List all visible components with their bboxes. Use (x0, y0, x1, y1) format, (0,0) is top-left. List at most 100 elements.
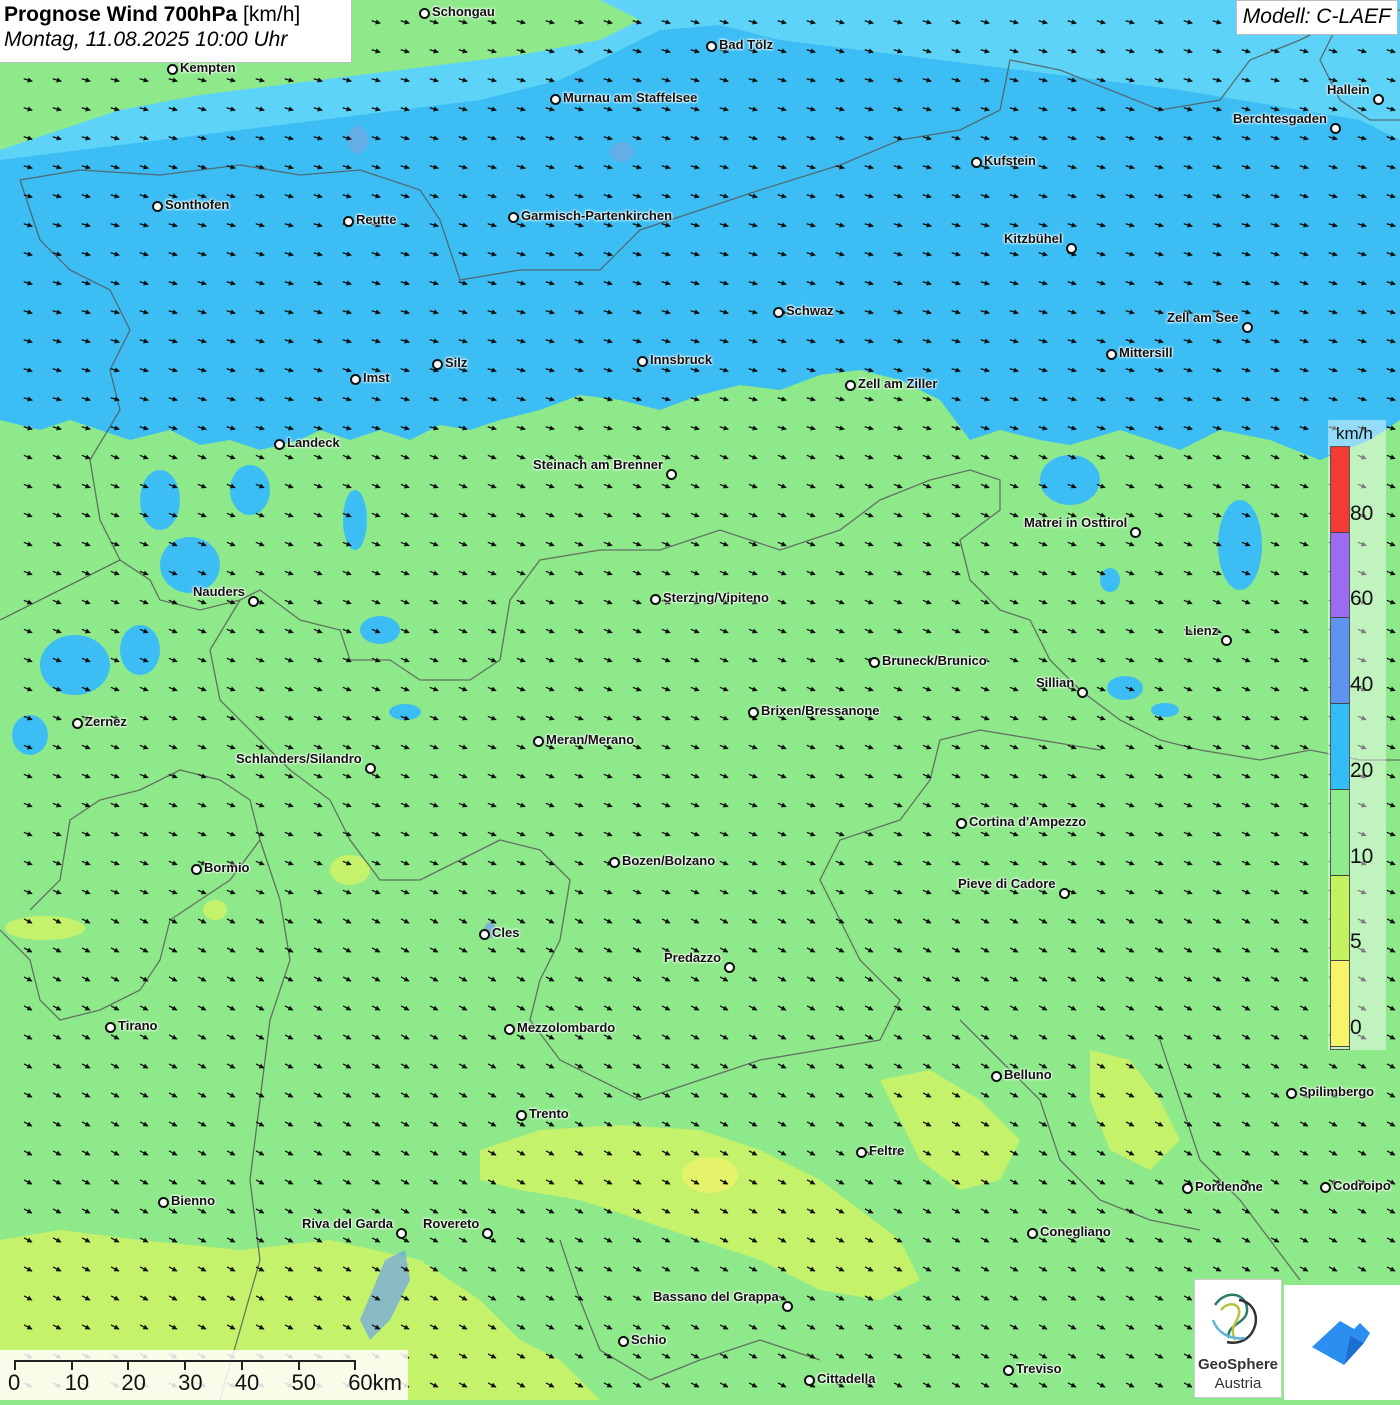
city-label: Lienz (1185, 623, 1219, 638)
legend-swatch (1331, 447, 1349, 533)
city-label: Mezzolombardo (517, 1020, 616, 1035)
legend-swatch (1331, 875, 1349, 962)
city-marker (72, 718, 83, 729)
city-label: Schlanders/Silandro (236, 751, 362, 766)
legend-color-bar (1330, 446, 1350, 1050)
title-main: Prognose Wind 700hPa (4, 3, 238, 26)
city-marker (609, 857, 620, 868)
city-label: Bruneck/Brunico (882, 653, 987, 668)
city-label: Feltre (869, 1143, 905, 1158)
geosphere-emblem-icon (1211, 1293, 1258, 1344)
city-label: Nauders (193, 584, 246, 599)
city-marker (804, 1375, 815, 1386)
city-label: Landeck (287, 435, 340, 450)
title-box: Prognose Wind 700hPa [km/h] Montag, 11.0… (0, 0, 352, 63)
city-label: Brixen/Bressanone (761, 703, 880, 718)
city-marker (158, 1197, 169, 1208)
legend-label: 20 (1350, 758, 1374, 782)
city-label: Cittadella (817, 1371, 876, 1386)
scale-tick (127, 1360, 130, 1370)
city-marker (365, 763, 376, 774)
city-label: Schwaz (786, 303, 834, 318)
city-label: Kempten (180, 60, 236, 75)
city-label: Zernez (85, 714, 127, 729)
city-label: Bassano del Grappa (653, 1289, 779, 1304)
city-label: Sillian (1036, 675, 1075, 690)
scale-tick (240, 1360, 243, 1370)
legend-unit: km/h (1336, 424, 1373, 443)
city-label: Sterzing/Vipiteno (663, 590, 769, 605)
legend-label: 60 (1350, 587, 1374, 611)
scale-tick (184, 1360, 187, 1370)
city-marker (1330, 123, 1341, 134)
city-label: Bad Tölz (719, 37, 774, 52)
city-label: Zell am See (1167, 310, 1239, 325)
city-marker (167, 64, 178, 75)
legend-label: 80 (1350, 501, 1374, 525)
city-marker (1059, 888, 1070, 899)
legend-label: 10 (1350, 844, 1374, 868)
legend-swatch (1331, 704, 1349, 790)
city-marker (516, 1110, 527, 1121)
city-marker (1003, 1365, 1014, 1376)
city-label: Codroipo (1333, 1178, 1391, 1193)
geosphere-logo[interactable]: GeoSphere Austria (1194, 1279, 1282, 1398)
city-marker (274, 439, 285, 450)
city-label: Belluno (1004, 1067, 1052, 1082)
city-label: Tirano (118, 1018, 158, 1033)
city-label: Murnau am Staffelsee (563, 90, 698, 105)
wind-zone-0-5 (682, 1157, 738, 1193)
city-marker (1027, 1228, 1038, 1239)
map-title: Prognose Wind 700hPa [km/h] (4, 3, 347, 27)
city-marker (637, 356, 648, 367)
city-marker (869, 657, 880, 668)
city-marker (1221, 635, 1232, 646)
legend-label: 5 (1350, 930, 1362, 954)
city-marker (773, 307, 784, 318)
city-marker (533, 736, 544, 747)
geosphere-country: Austria (1214, 1375, 1262, 1392)
legend-label: 40 (1350, 673, 1374, 697)
city-label: Steinach am Brenner (533, 457, 664, 472)
city-marker (482, 1228, 493, 1239)
scale-label: 0 (8, 1370, 21, 1395)
city-label: Pordenone (1195, 1179, 1263, 1194)
city-marker (105, 1022, 116, 1033)
legend-swatch (1331, 961, 1349, 1047)
scale-label: 20 (121, 1370, 146, 1395)
city-marker (666, 469, 677, 480)
scale-tick (354, 1360, 357, 1370)
city-marker (504, 1024, 515, 1035)
city-label: Cortina d'Ampezzo (969, 814, 1087, 829)
city-marker (618, 1336, 629, 1347)
city-marker (1077, 687, 1088, 698)
city-label: Sonthofen (165, 197, 230, 212)
model-label: Modell: C-LAEF (1235, 0, 1398, 35)
city-marker (508, 212, 519, 223)
city-label: Kufstein (984, 153, 1036, 168)
city-marker (1242, 322, 1253, 333)
city-marker (650, 594, 661, 605)
city-marker (419, 8, 430, 19)
city-label: Silz (445, 355, 468, 370)
city-marker (845, 380, 856, 391)
city-marker (1182, 1183, 1193, 1194)
city-marker (1066, 243, 1077, 254)
city-marker (152, 201, 163, 212)
city-label: Pieve di Cadore (958, 876, 1056, 891)
city-marker (248, 596, 259, 607)
scale-bar: 0 10 20 30 40 50 60km (0, 1350, 408, 1400)
scale-label: 10 (64, 1370, 90, 1395)
city-marker (350, 374, 361, 385)
app-logo[interactable] (1284, 1285, 1400, 1400)
city-label: Hallein (1327, 82, 1370, 97)
city-marker (748, 707, 759, 718)
city-label: Bienno (171, 1193, 216, 1208)
city-marker (432, 359, 443, 370)
city-label: Trento (529, 1106, 569, 1121)
city-marker (396, 1228, 407, 1239)
city-marker (191, 864, 202, 875)
legend-label: 0 (1350, 1016, 1362, 1039)
scale-label: 60km (348, 1370, 402, 1395)
city-marker (1373, 94, 1384, 105)
